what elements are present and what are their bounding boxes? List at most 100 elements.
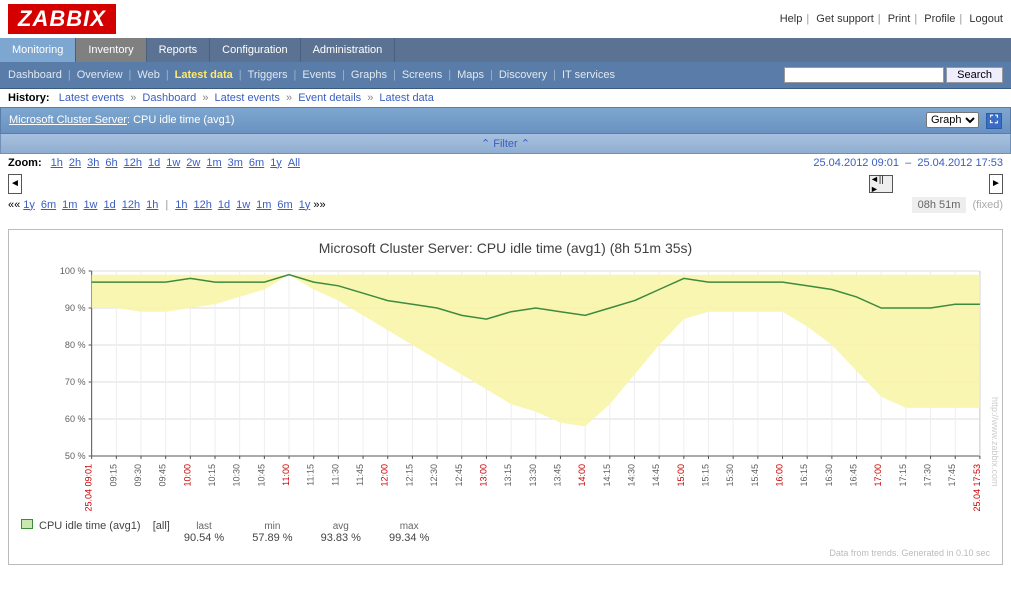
zoom-label: Zoom: [8,157,42,169]
profile-link[interactable]: Profile [924,13,955,25]
slider-left-button[interactable]: ◄ [8,174,22,194]
time-slider[interactable]: ◄ ◄||► ► [8,174,1003,194]
history-item[interactable]: Latest data [379,92,433,104]
chart-container: Microsoft Cluster Server: CPU idle time … [8,229,1003,565]
nav-reports[interactable]: Reports [147,38,211,62]
svg-text:14:00: 14:00 [577,464,587,487]
subnav-graphs[interactable]: Graphs [351,69,387,81]
subnav-discovery[interactable]: Discovery [499,69,547,81]
zoom-1y[interactable]: 1y [270,157,282,169]
nav-monitoring[interactable]: Monitoring [0,38,76,62]
svg-text:90 %: 90 % [65,303,86,313]
help-link[interactable]: Help [780,13,803,25]
history-item[interactable]: Dashboard [142,92,196,104]
tl-right-1d[interactable]: 1d [218,199,230,211]
title-bar: Microsoft Cluster Server: CPU idle time … [0,107,1011,134]
tl-right-6m[interactable]: 6m [277,199,292,211]
tl-left-6m[interactable]: 6m [41,199,56,211]
stat-max: 99.34 % [389,532,429,544]
svg-text:12:00: 12:00 [380,464,390,487]
svg-text:25.04 17:53: 25.04 17:53 [972,463,982,510]
zoom-all[interactable]: All [288,157,300,169]
svg-text:17:45: 17:45 [947,463,957,486]
tl-left-12h[interactable]: 12h [122,199,140,211]
chart-plot: 50 %60 %70 %80 %90 %100 %25.04 09:0109:1… [21,266,990,511]
tl-left-1h[interactable]: 1h [146,199,158,211]
legend-series-name: CPU idle time (avg1) [39,520,140,532]
print-link[interactable]: Print [888,13,911,25]
tl-left-1d[interactable]: 1d [104,199,116,211]
slider-handle[interactable]: ◄||► [869,175,893,193]
slider-right-button[interactable]: ► [989,174,1003,194]
title-host[interactable]: Microsoft Cluster Server [9,114,127,126]
svg-text:12:15: 12:15 [404,464,414,487]
fullscreen-button[interactable]: ⛶ [986,113,1002,129]
svg-text:17:15: 17:15 [898,463,908,486]
svg-text:10:30: 10:30 [232,464,242,487]
subnav-dashboard[interactable]: Dashboard [8,69,62,81]
svg-text:11:30: 11:30 [330,464,340,486]
svg-text:16:15: 16:15 [799,463,809,486]
fixed-label: (fixed) [972,199,1003,211]
zoom-3m[interactable]: 3m [228,157,243,169]
filter-toggle[interactable]: ⌃ Filter ⌃ [0,134,1011,154]
history-item[interactable]: Event details [298,92,361,104]
zoom-2h[interactable]: 2h [69,157,81,169]
svg-text:50 %: 50 % [65,451,86,461]
search-input[interactable] [784,67,944,83]
tl-right-1m[interactable]: 1m [256,199,271,211]
svg-text:13:00: 13:00 [478,464,488,487]
zoom-6m[interactable]: 6m [249,157,264,169]
history-item[interactable]: Latest events [215,92,280,104]
logo: ZABBIX [8,4,116,34]
subnav-web[interactable]: Web [137,69,159,81]
zoom-1d[interactable]: 1d [148,157,160,169]
search-button[interactable]: Search [946,67,1003,83]
svg-text:60 %: 60 % [65,414,86,424]
zoom-6h[interactable]: 6h [105,157,117,169]
svg-text:09:30: 09:30 [133,464,143,487]
chart-legend: CPU idle time (avg1) [all] last90.54 % m… [21,519,990,544]
tl-right-1h[interactable]: 1h [175,199,187,211]
tl-right-1w[interactable]: 1w [236,199,250,211]
nav-administration[interactable]: Administration [301,38,396,62]
svg-text:11:15: 11:15 [306,464,316,486]
zoom-1m[interactable]: 1m [206,157,221,169]
svg-text:16:00: 16:00 [774,463,784,486]
subnav-overview[interactable]: Overview [77,69,123,81]
title-item: : CPU idle time (avg1) [127,114,235,126]
subnav-triggers[interactable]: Triggers [248,69,288,81]
nav-inventory[interactable]: Inventory [76,38,146,62]
subnav-screens[interactable]: Screens [402,69,442,81]
zoom-3h[interactable]: 3h [87,157,99,169]
svg-text:17:00: 17:00 [873,463,883,486]
zoom-1w[interactable]: 1w [166,157,180,169]
zoom-12h[interactable]: 12h [124,157,142,169]
time-nav-links: «« 1y 6m 1m 1w 1d 12h 1h | 1h 12h 1d 1w … [0,196,1011,217]
logout-link[interactable]: Logout [969,13,1003,25]
nav-configuration[interactable]: Configuration [210,38,300,62]
subnav-maps[interactable]: Maps [457,69,484,81]
history-bar: History: Latest events » Dashboard » Lat… [0,89,1011,107]
svg-text:80 %: 80 % [65,340,86,350]
support-link[interactable]: Get support [816,13,873,25]
subnav-latest-data[interactable]: Latest data [175,69,233,81]
zoom-2w[interactable]: 2w [186,157,200,169]
svg-text:12:45: 12:45 [454,464,464,487]
tl-left-1w[interactable]: 1w [83,199,97,211]
tl-left-1y[interactable]: 1y [23,199,35,211]
sub-nav: Dashboard| Overview| Web| Latest data| T… [0,62,1011,89]
tl-left-1m[interactable]: 1m [62,199,77,211]
subnav-events[interactable]: Events [302,69,336,81]
zoom-1h[interactable]: 1h [51,157,63,169]
view-select[interactable]: Graph [926,112,979,128]
history-item[interactable]: Latest events [59,92,124,104]
svg-text:100 %: 100 % [60,266,86,276]
svg-text:13:15: 13:15 [503,464,513,487]
tl-right-1y[interactable]: 1y [299,199,311,211]
stat-avg: 93.83 % [321,532,361,544]
subnav-it-services[interactable]: IT services [562,69,615,81]
legend-all: [all] [153,520,170,532]
svg-text:14:45: 14:45 [651,463,661,486]
tl-right-12h[interactable]: 12h [193,199,211,211]
